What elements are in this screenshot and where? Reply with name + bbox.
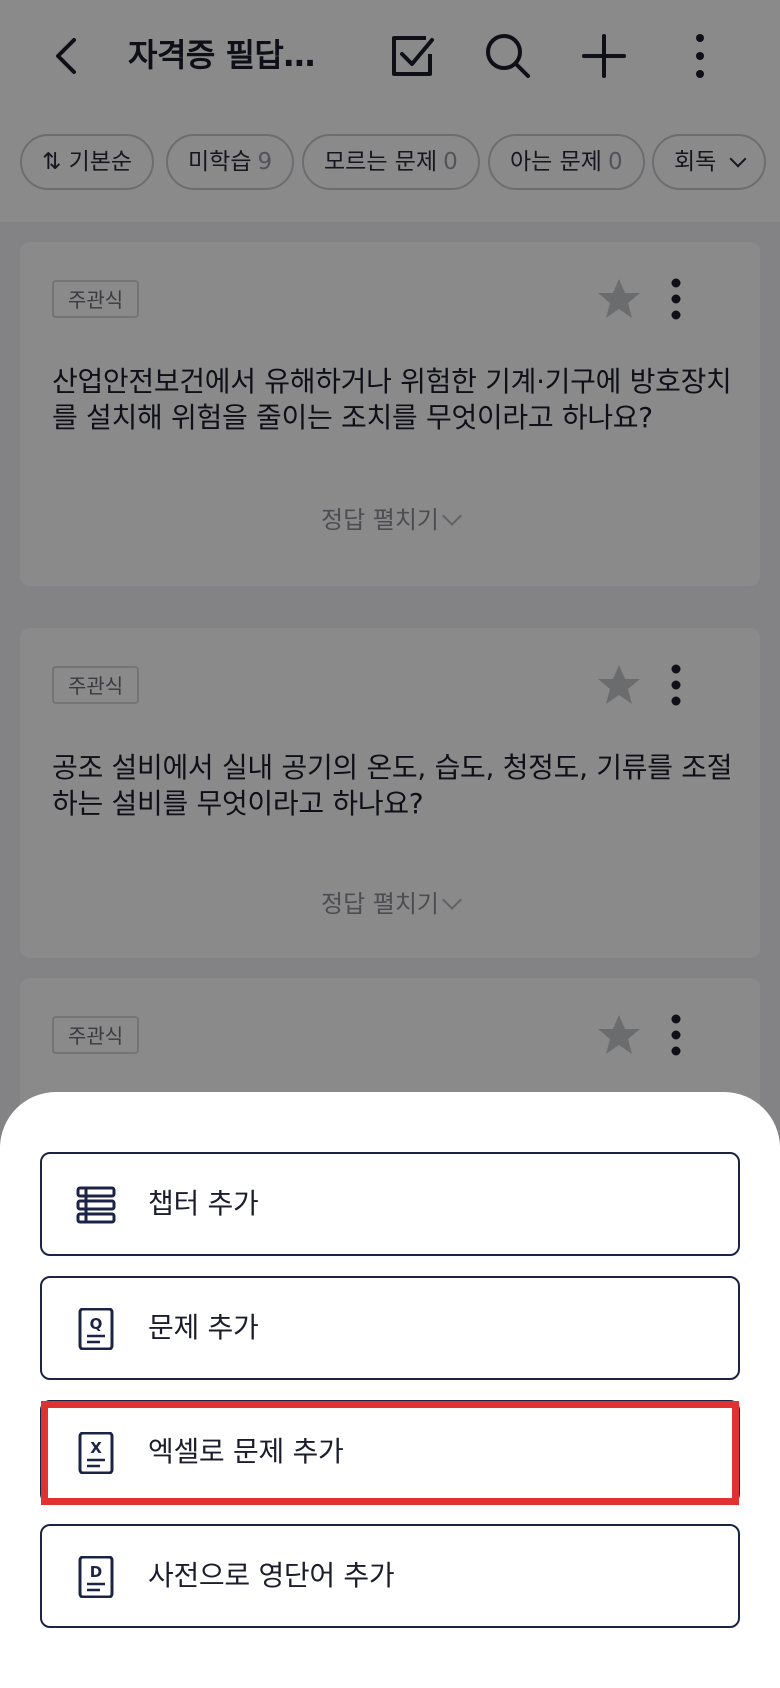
add-dictionary-word-label: 사전으로 영단어 추가 (148, 1559, 395, 1592)
add-options-sheet: 챕터 추가 Q 문제 추가 X 엑셀로 문제 추가 D 사전으로 영단어 추가 (0, 1092, 780, 1688)
svg-text:Q: Q (90, 1315, 103, 1333)
add-chapter-label: 챕터 추가 (148, 1187, 259, 1220)
chapter-list-icon (76, 1186, 116, 1224)
dictionary-doc-icon: D (78, 1556, 114, 1598)
add-question-label: 문제 추가 (148, 1311, 259, 1344)
add-chapter-button[interactable]: 챕터 추가 (40, 1152, 740, 1256)
question-doc-icon: Q (78, 1308, 114, 1350)
svg-text:D: D (90, 1563, 102, 1581)
add-dictionary-word-button[interactable]: D 사전으로 영단어 추가 (40, 1524, 740, 1628)
highlight-box (41, 1401, 739, 1505)
add-question-button[interactable]: Q 문제 추가 (40, 1276, 740, 1380)
